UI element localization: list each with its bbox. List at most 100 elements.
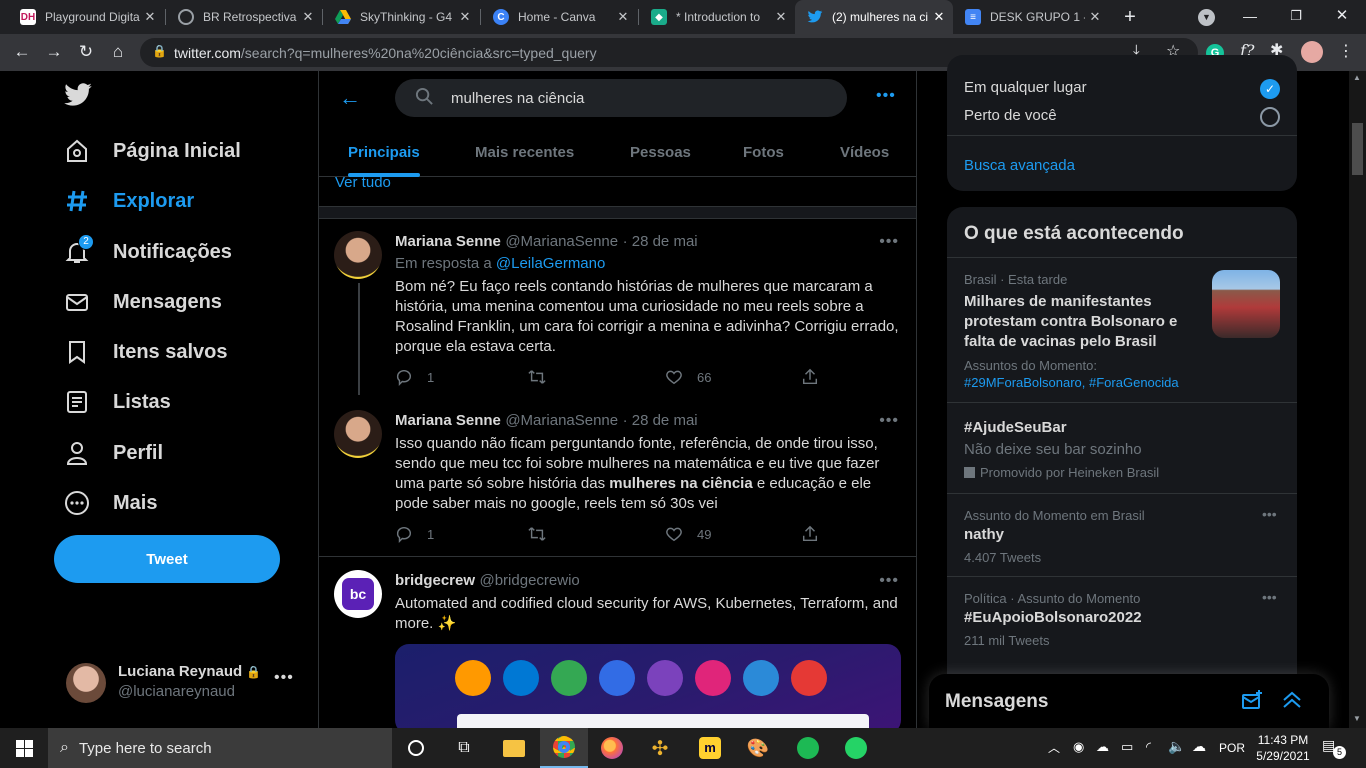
volume-icon[interactable]: 🔈 [1168, 738, 1185, 755]
taskbar-search-input[interactable]: ⌕ Type here to search [48, 728, 392, 768]
more-dots-icon[interactable]: ••• [274, 669, 294, 687]
nav-more[interactable]: Mais [62, 488, 157, 518]
tab-fotos[interactable]: Fotos [743, 127, 784, 177]
location-option-anywhere[interactable]: Em qualquer lugar [964, 79, 1087, 96]
tweet-media-image[interactable] [395, 644, 901, 728]
nav-bookmarks[interactable]: Itens salvos [62, 337, 228, 367]
tweet-more-icon[interactable]: ••• [879, 572, 899, 590]
back-arrow-icon[interactable]: ← [339, 85, 361, 111]
browser-tab[interactable]: C Home - Canva ✕ [481, 0, 637, 34]
reload-icon[interactable]: ↻ [72, 38, 100, 66]
task-view-icon[interactable]: ⧉ [440, 728, 488, 768]
tweet-author-handle[interactable]: @bridgecrewio [479, 572, 579, 589]
scroll-down-icon[interactable]: ▼ [1353, 714, 1361, 723]
onedrive-icon[interactable]: ☁ [1096, 739, 1109, 755]
forward-icon[interactable]: → [40, 38, 68, 66]
trend-item[interactable]: Brasil · Esta tarde Milhares de manifest… [947, 257, 1297, 402]
expand-icon[interactable] [1281, 688, 1303, 715]
close-icon[interactable]: ✕ [771, 9, 791, 25]
radio-checked-icon[interactable]: ✓ [1260, 79, 1280, 99]
language-indicator[interactable]: POR [1219, 741, 1245, 755]
trend-item[interactable]: #AjudeSeuBar Não deixe seu bar sozinho P… [947, 402, 1297, 493]
like-button[interactable]: 49 [665, 525, 711, 543]
search-input[interactable]: mulheres na ciência [395, 79, 847, 117]
tweet-more-icon[interactable]: ••• [879, 412, 899, 430]
retweet-button[interactable] [527, 368, 561, 386]
nav-explore[interactable]: Explorar [62, 186, 194, 216]
browser-tab[interactable]: BR Retrospectiva ✕ [166, 0, 322, 34]
reply-button[interactable]: 1 [395, 525, 434, 543]
browser-tab[interactable]: ≡ DESK GRUPO 1 - ✕ [953, 0, 1109, 34]
close-icon[interactable]: ✕ [455, 9, 475, 25]
avatar[interactable]: bc [334, 570, 382, 618]
avatar[interactable] [334, 410, 382, 458]
avatar[interactable] [334, 231, 382, 279]
see-all-link[interactable]: Ver tudo [335, 177, 391, 189]
windows-start-icon[interactable] [0, 728, 48, 768]
tweet[interactable]: Mariana Senne @MarianaSenne · 28 de mai … [319, 219, 916, 395]
tab-search-icon[interactable]: ▼ [1198, 9, 1215, 26]
close-icon[interactable]: ✕ [613, 9, 633, 25]
scroll-up-icon[interactable]: ▲ [1353, 73, 1361, 82]
nav-notifications[interactable]: 2 Notificações [62, 234, 232, 267]
battery-icon[interactable]: ▭ [1121, 739, 1133, 755]
home-browser-icon[interactable]: ⌂ [104, 38, 132, 66]
account-switcher[interactable]: Luciana Reynaud 🔒 @lucianareynaud ••• [54, 651, 304, 715]
tweet-author-name[interactable]: bridgecrew [395, 572, 475, 589]
browser-tab-active[interactable]: (2) mulheres na ci ✕ [795, 0, 953, 34]
browser-tab[interactable]: ◆ * Introduction to ✕ [639, 0, 795, 34]
share-button[interactable] [801, 525, 833, 543]
trend-hashtags[interactable]: #29MForaBolsonaro, #ForaGenocida [964, 375, 1179, 390]
tray-chevron-icon[interactable]: ︿ [1048, 739, 1060, 756]
clock[interactable]: 11:43 PM 5/29/2021 [1253, 732, 1313, 764]
tab-mais-recentes[interactable]: Mais recentes [475, 127, 574, 177]
tweet-date[interactable]: · 28 de mai [623, 233, 698, 250]
nav-home[interactable]: Página Inicial [62, 136, 241, 166]
tweet-date[interactable]: · 28 de mai [623, 412, 698, 429]
browser-tab[interactable]: SkyThinking - G4 ✕ [323, 0, 479, 34]
restore-icon[interactable]: ❐ [1284, 3, 1308, 29]
page-scrollbar[interactable]: ▲ ▼ [1349, 71, 1366, 728]
tab-videos[interactable]: Vídeos [840, 127, 889, 177]
nav-profile[interactable]: Perfil [62, 438, 163, 468]
browser-menu-icon[interactable]: ⋮ [1338, 41, 1354, 61]
nav-messages[interactable]: Mensagens [62, 287, 222, 317]
miro-icon[interactable]: m [686, 728, 734, 768]
close-icon[interactable]: ✕ [140, 9, 160, 25]
tab-pessoas[interactable]: Pessoas [630, 127, 691, 177]
back-icon[interactable]: ← [8, 38, 36, 66]
cortana-icon[interactable] [392, 728, 440, 768]
tweet-author-name[interactable]: Mariana Senne [395, 412, 501, 429]
trend-item[interactable]: Assunto do Momento em Brasil nathy 4.407… [947, 493, 1297, 576]
minimize-icon[interactable]: — [1238, 3, 1262, 29]
reply-button[interactable]: 1 [395, 368, 434, 386]
slack-icon[interactable]: ✣ [636, 728, 684, 768]
tweet[interactable]: bc bridgecrew @bridgecrewio ••• Automate… [319, 558, 916, 728]
tweet-button[interactable]: Tweet [54, 535, 280, 583]
messages-drawer[interactable]: Mensagens [929, 674, 1329, 728]
advanced-search-link[interactable]: Busca avançada [964, 157, 1075, 174]
browser-tab[interactable]: DH Playground Digita ✕ [8, 0, 164, 34]
trend-more-icon[interactable]: ••• [1262, 506, 1277, 522]
close-icon[interactable]: ✕ [1085, 9, 1105, 25]
tweet-author-name[interactable]: Mariana Senne [395, 233, 501, 250]
wifi-icon[interactable]: ◜ [1146, 739, 1151, 755]
cloud-sync-icon[interactable]: ☁ [1192, 738, 1206, 755]
tray-camera-icon[interactable]: ◉ [1073, 739, 1084, 755]
tweet-author-handle[interactable]: @MarianaSenne [505, 233, 618, 250]
trend-item[interactable]: Política · Assunto do Momento #EuApoioBo… [947, 576, 1297, 659]
tweet[interactable]: Mariana Senne @MarianaSenne · 28 de mai … [319, 398, 916, 557]
share-button[interactable] [801, 368, 833, 386]
scrollbar-thumb[interactable] [1352, 123, 1363, 175]
action-center-icon[interactable]: ▤ 5 [1322, 737, 1346, 759]
close-icon[interactable]: ✕ [929, 9, 949, 25]
tweet-author-handle[interactable]: @MarianaSenne [505, 412, 618, 429]
firefox-icon[interactable] [588, 728, 636, 768]
chrome-icon[interactable] [540, 728, 588, 768]
retweet-button[interactable] [527, 525, 561, 543]
nav-lists[interactable]: Listas [62, 387, 171, 417]
reply-to-link[interactable]: @LeilaGermano [496, 255, 605, 272]
radio-unchecked-icon[interactable] [1260, 107, 1280, 127]
location-option-nearby[interactable]: Perto de você [964, 107, 1057, 124]
trend-more-icon[interactable]: ••• [1262, 589, 1277, 605]
